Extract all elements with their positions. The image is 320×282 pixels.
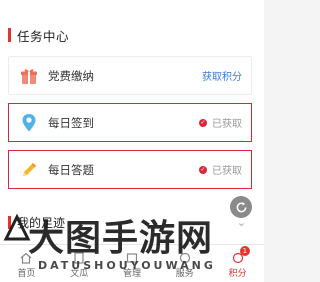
task-card-daily-checkin[interactable]: 每日签到 ✓ 已获取 [8, 103, 252, 142]
notification-badge: 1 [239, 246, 251, 256]
title-accent-bar [8, 215, 11, 229]
footprint-title: 我的足迹 [8, 214, 65, 230]
document-icon [74, 252, 84, 264]
service-icon [179, 252, 190, 264]
check-icon: ✓ [199, 165, 207, 174]
task-card-party-fee[interactable]: 党费缴纳 获取积分 [8, 56, 252, 95]
refresh-icon [236, 201, 246, 212]
section-title-text: 任务中心 [17, 28, 70, 44]
tab-label: 管理 [122, 269, 141, 279]
section-title: 任务中心 [8, 27, 70, 44]
home-icon [20, 252, 32, 264]
tab-service[interactable]: 服务 [158, 245, 211, 282]
status-badge: ✓ 已获取 [199, 115, 242, 130]
bottom-tab-bar: 首页 文瓜 管理 服务 1 积分 [0, 244, 264, 282]
tab-label: 积分 [228, 269, 247, 279]
earn-points-link[interactable]: 获取积分 [202, 68, 242, 83]
task-name: 每日答题 [48, 162, 94, 177]
check-icon: ✓ [199, 118, 207, 127]
refresh-fab[interactable] [230, 196, 252, 218]
pencil-icon [18, 159, 40, 181]
tab-manage[interactable]: 管理 [106, 245, 159, 282]
status-badge: ✓ 已获取 [199, 162, 242, 177]
tab-home[interactable]: 首页 [0, 245, 53, 282]
tab-label: 首页 [17, 269, 36, 279]
gift-icon [18, 65, 40, 87]
task-card-daily-quiz[interactable]: 每日答题 ✓ 已获取 [8, 150, 252, 189]
task-name: 党费缴纳 [48, 68, 94, 83]
title-accent-bar [8, 28, 11, 42]
chevron-down-icon[interactable]: ⌄ [237, 216, 246, 229]
manage-icon [126, 253, 138, 263]
tab-label: 服务 [175, 269, 194, 279]
location-pin-icon [18, 112, 40, 134]
task-name: 每日签到 [48, 115, 94, 130]
tab-points[interactable]: 1 积分 [211, 245, 264, 282]
tab-label: 文瓜 [70, 269, 89, 279]
task-center-panel: 任务中心 党费缴纳 获取积分 每日签到 ✓ 已获取 每日答题 ✓ 已获取 我的足… [0, 0, 264, 282]
tab-articles[interactable]: 文瓜 [53, 245, 106, 282]
footprint-title-text: 我的足迹 [17, 215, 66, 230]
status-text: 已获取 [212, 166, 242, 177]
status-text: 已获取 [212, 119, 242, 130]
